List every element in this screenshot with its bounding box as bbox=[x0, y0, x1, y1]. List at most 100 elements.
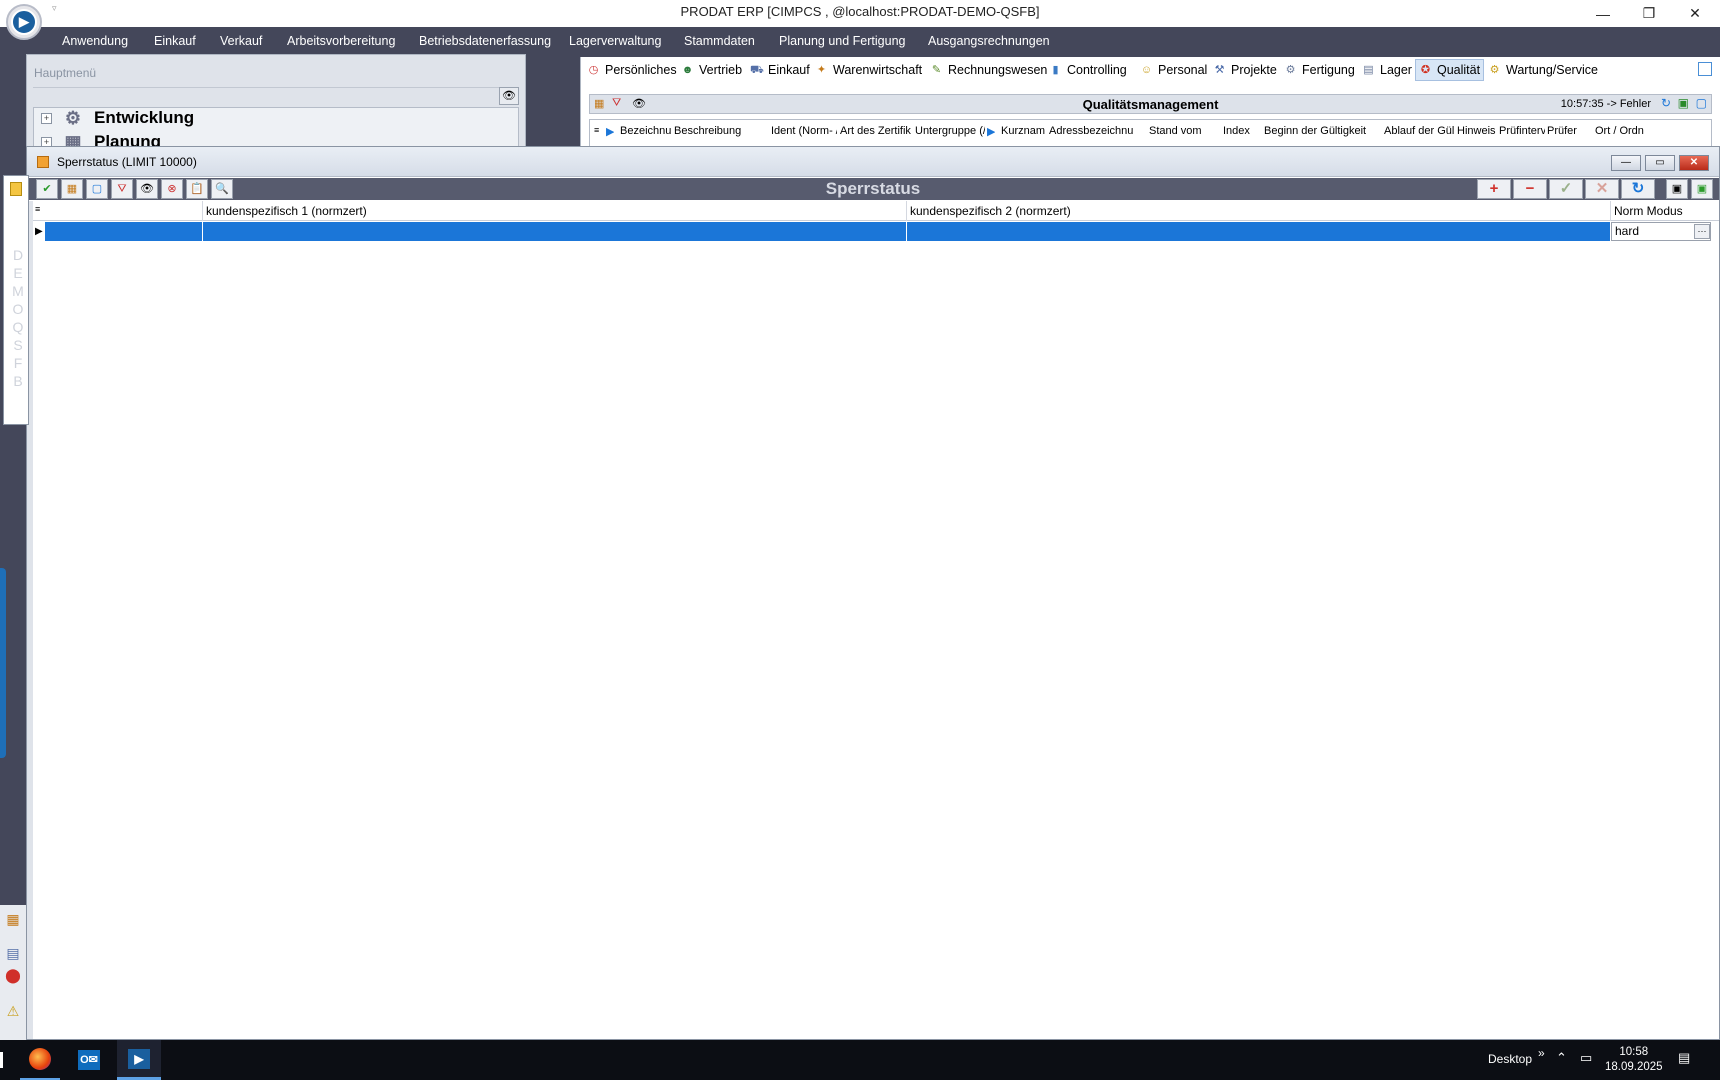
column-menu-icon[interactable]: ≡ bbox=[35, 204, 40, 214]
menu-ausgangsrechnungen[interactable]: Ausgangsrechnungen bbox=[928, 34, 1050, 48]
table-cell-kundenspezifisch-1[interactable] bbox=[203, 222, 907, 241]
qm-col[interactable]: Untergruppe (/ bbox=[915, 125, 985, 137]
qm-col[interactable]: Beginn der Gültigkeit bbox=[1264, 125, 1382, 137]
qm-col[interactable]: Ident (Norm- / bbox=[771, 125, 837, 137]
table-cell-kundenspezifisch-2[interactable] bbox=[907, 222, 1611, 241]
tab-personal[interactable]: ☺ Personal bbox=[1137, 59, 1210, 81]
expand-icon[interactable]: + bbox=[41, 112, 52, 124]
module-panel: ◷ Persönliches ☻ Vertrieb ⛟ Einkauf ✦ Warenw… bbox=[580, 57, 1720, 153]
network-icon[interactable]: ▭ bbox=[1580, 1050, 1592, 1066]
table-cell[interactable] bbox=[45, 222, 203, 241]
maximize-button[interactable]: ▭ bbox=[1645, 155, 1675, 171]
grid-icon[interactable]: ▦ bbox=[3, 909, 23, 929]
main-menu-header: Hauptmenü bbox=[34, 66, 97, 80]
qm-col[interactable]: Ablauf der Gül bbox=[1384, 125, 1456, 137]
qm-col[interactable]: Index bbox=[1223, 125, 1263, 137]
firefox-icon[interactable] bbox=[20, 1040, 60, 1080]
warning-icon[interactable]: ⚠ bbox=[3, 1001, 23, 1021]
table-row[interactable]: ▶ hard ··· bbox=[33, 222, 1719, 241]
clock-icon: ◷ bbox=[588, 63, 599, 76]
menu-verkauf[interactable]: Verkauf bbox=[220, 34, 262, 48]
desktop-label[interactable]: Desktop bbox=[1488, 1052, 1532, 1066]
tray-up-icon[interactable]: ⌃ bbox=[1556, 1050, 1567, 1066]
qm-col[interactable]: Kurznam bbox=[1001, 125, 1045, 137]
table-icon bbox=[37, 156, 49, 168]
tab-persoenliches[interactable]: ◷ Persönliches bbox=[584, 59, 680, 81]
chevron-icon[interactable]: » bbox=[1538, 1046, 1545, 1060]
confirm-button[interactable]: ✓ bbox=[1549, 179, 1583, 199]
remove-button[interactable]: − bbox=[1513, 179, 1547, 199]
app-logo-icon[interactable]: ▶ bbox=[6, 4, 42, 40]
column-menu-icon[interactable]: ≡ bbox=[594, 125, 599, 135]
menu-lagerverwaltung[interactable]: Lagerverwaltung bbox=[569, 34, 661, 48]
tab-vertrieb[interactable]: ☻ Vertrieb bbox=[678, 59, 745, 81]
refresh-button[interactable]: ↻ bbox=[1621, 179, 1655, 199]
qm-col[interactable]: Stand vom bbox=[1149, 125, 1221, 137]
taskbar-clock[interactable]: 10:58 18.09.2025 bbox=[1605, 1045, 1663, 1075]
tab-projekte[interactable]: ⚒ Projekte bbox=[1210, 59, 1280, 81]
tab-controlling[interactable]: ▮ Controlling bbox=[1046, 59, 1130, 81]
left-edge-handle[interactable] bbox=[0, 568, 6, 758]
tab-qualitaet[interactable]: ✪ Qualität bbox=[1415, 59, 1485, 81]
people-icon: ☻ bbox=[681, 63, 694, 76]
menu-betriebsdatenerfassung[interactable]: Betriebsdatenerfassung bbox=[419, 34, 551, 48]
export-icon[interactable]: ▣ bbox=[1666, 179, 1688, 199]
qm-col[interactable]: Ort / Ordn bbox=[1595, 125, 1645, 137]
menu-arbeitsvorbereitung[interactable]: Arbeitsvorbereitung bbox=[287, 34, 395, 48]
eye-icon[interactable]: 👁 bbox=[499, 87, 519, 105]
tab-warenwirtschaft[interactable]: ✦ Warenwirtschaft bbox=[812, 59, 925, 81]
menu-planung-fertigung[interactable]: Planung und Fertigung bbox=[779, 34, 905, 48]
col-header-kundenspezifisch-2[interactable]: kundenspezifisch 2 (normzert) bbox=[907, 201, 1611, 221]
qm-col[interactable]: Hinweis bbox=[1457, 125, 1497, 137]
add-icon[interactable]: ▣ bbox=[1678, 96, 1689, 110]
tab-einkauf[interactable]: ⛟ Einkauf bbox=[747, 59, 813, 81]
clock-time: 10:58 bbox=[1619, 1046, 1649, 1058]
panel-restore-icon[interactable] bbox=[1698, 62, 1712, 76]
qm-col[interactable]: Beschreibung bbox=[674, 125, 764, 137]
cog-icon: ⚙ bbox=[1285, 63, 1296, 76]
import-icon[interactable]: ▣ bbox=[1691, 179, 1713, 199]
tab-rechnungswesen[interactable]: ✎ Rechnungswesen bbox=[927, 59, 1050, 81]
left-icon-strip: ▦ ▤ ⬤ ⚠ bbox=[0, 905, 26, 1040]
refresh-icon[interactable]: ↻ bbox=[1661, 96, 1671, 110]
outlook-icon[interactable]: O✉ bbox=[69, 1040, 109, 1080]
cart-icon: ⛟ bbox=[750, 63, 764, 76]
sort-icon: ▶ bbox=[606, 126, 615, 138]
database-icon[interactable] bbox=[10, 182, 22, 196]
window-icon[interactable]: ▢ bbox=[1696, 96, 1707, 110]
chart-icon: ▮ bbox=[1052, 63, 1059, 76]
table-cell-norm-modus[interactable]: hard ··· bbox=[1611, 222, 1711, 241]
col-header-0[interactable] bbox=[45, 201, 203, 221]
tab-wartung-service[interactable]: ⚙ Wartung/Service bbox=[1485, 59, 1601, 81]
close-button[interactable]: ✕ bbox=[1672, 0, 1718, 27]
col-header-kundenspezifisch-1[interactable]: kundenspezifisch 1 (normzert) bbox=[203, 201, 907, 221]
prodat-taskbar-icon[interactable]: ▶ bbox=[117, 1040, 161, 1080]
tab-lager[interactable]: ▤ Lager bbox=[1359, 59, 1415, 81]
qm-col[interactable]: Prüfinterv bbox=[1499, 125, 1545, 137]
menu-bar: Anwendung Einkauf Verkauf Arbeitsvorbere… bbox=[0, 27, 1720, 54]
ellipsis-button[interactable]: ··· bbox=[1694, 224, 1710, 239]
col-header-norm-modus[interactable]: Norm Modus bbox=[1611, 201, 1711, 221]
ribbon-icon: ✪ bbox=[1420, 63, 1431, 76]
notification-icon[interactable]: ▤ bbox=[1678, 1050, 1690, 1066]
qm-col[interactable]: Art des Zertifik bbox=[840, 125, 912, 137]
cancel-button[interactable]: ✕ bbox=[1585, 179, 1619, 199]
add-button[interactable]: + bbox=[1477, 179, 1511, 199]
stop-icon[interactable]: ⬤ bbox=[3, 965, 23, 985]
close-button[interactable]: ✕ bbox=[1679, 155, 1709, 171]
restore-button[interactable]: ❐ bbox=[1626, 0, 1672, 27]
taskbar: O✉ ▶ Desktop » ⌃ ▭ 10:58 18.09.2025 ▤ bbox=[0, 1040, 1720, 1080]
pen-icon: ✎ bbox=[931, 63, 942, 76]
document-icon[interactable]: ▤ bbox=[3, 943, 23, 963]
qm-col[interactable]: Adressbezeichnu bbox=[1049, 125, 1145, 137]
menu-stammdaten[interactable]: Stammdaten bbox=[684, 34, 755, 48]
tree-item-entwicklung[interactable]: + ⚙ Entwicklung bbox=[41, 107, 194, 129]
menu-anwendung[interactable]: Anwendung bbox=[62, 34, 128, 48]
menu-einkauf[interactable]: Einkauf bbox=[154, 34, 196, 48]
qm-col[interactable]: Prüfer bbox=[1547, 125, 1597, 137]
minimize-button[interactable]: — bbox=[1611, 155, 1641, 171]
minimize-button[interactable]: — bbox=[1580, 0, 1626, 27]
qm-status: 10:57:35 -> Fehler bbox=[1560, 98, 1651, 110]
tab-fertigung[interactable]: ⚙ Fertigung bbox=[1281, 59, 1358, 81]
qm-col[interactable]: Bezeichnu bbox=[620, 125, 672, 137]
